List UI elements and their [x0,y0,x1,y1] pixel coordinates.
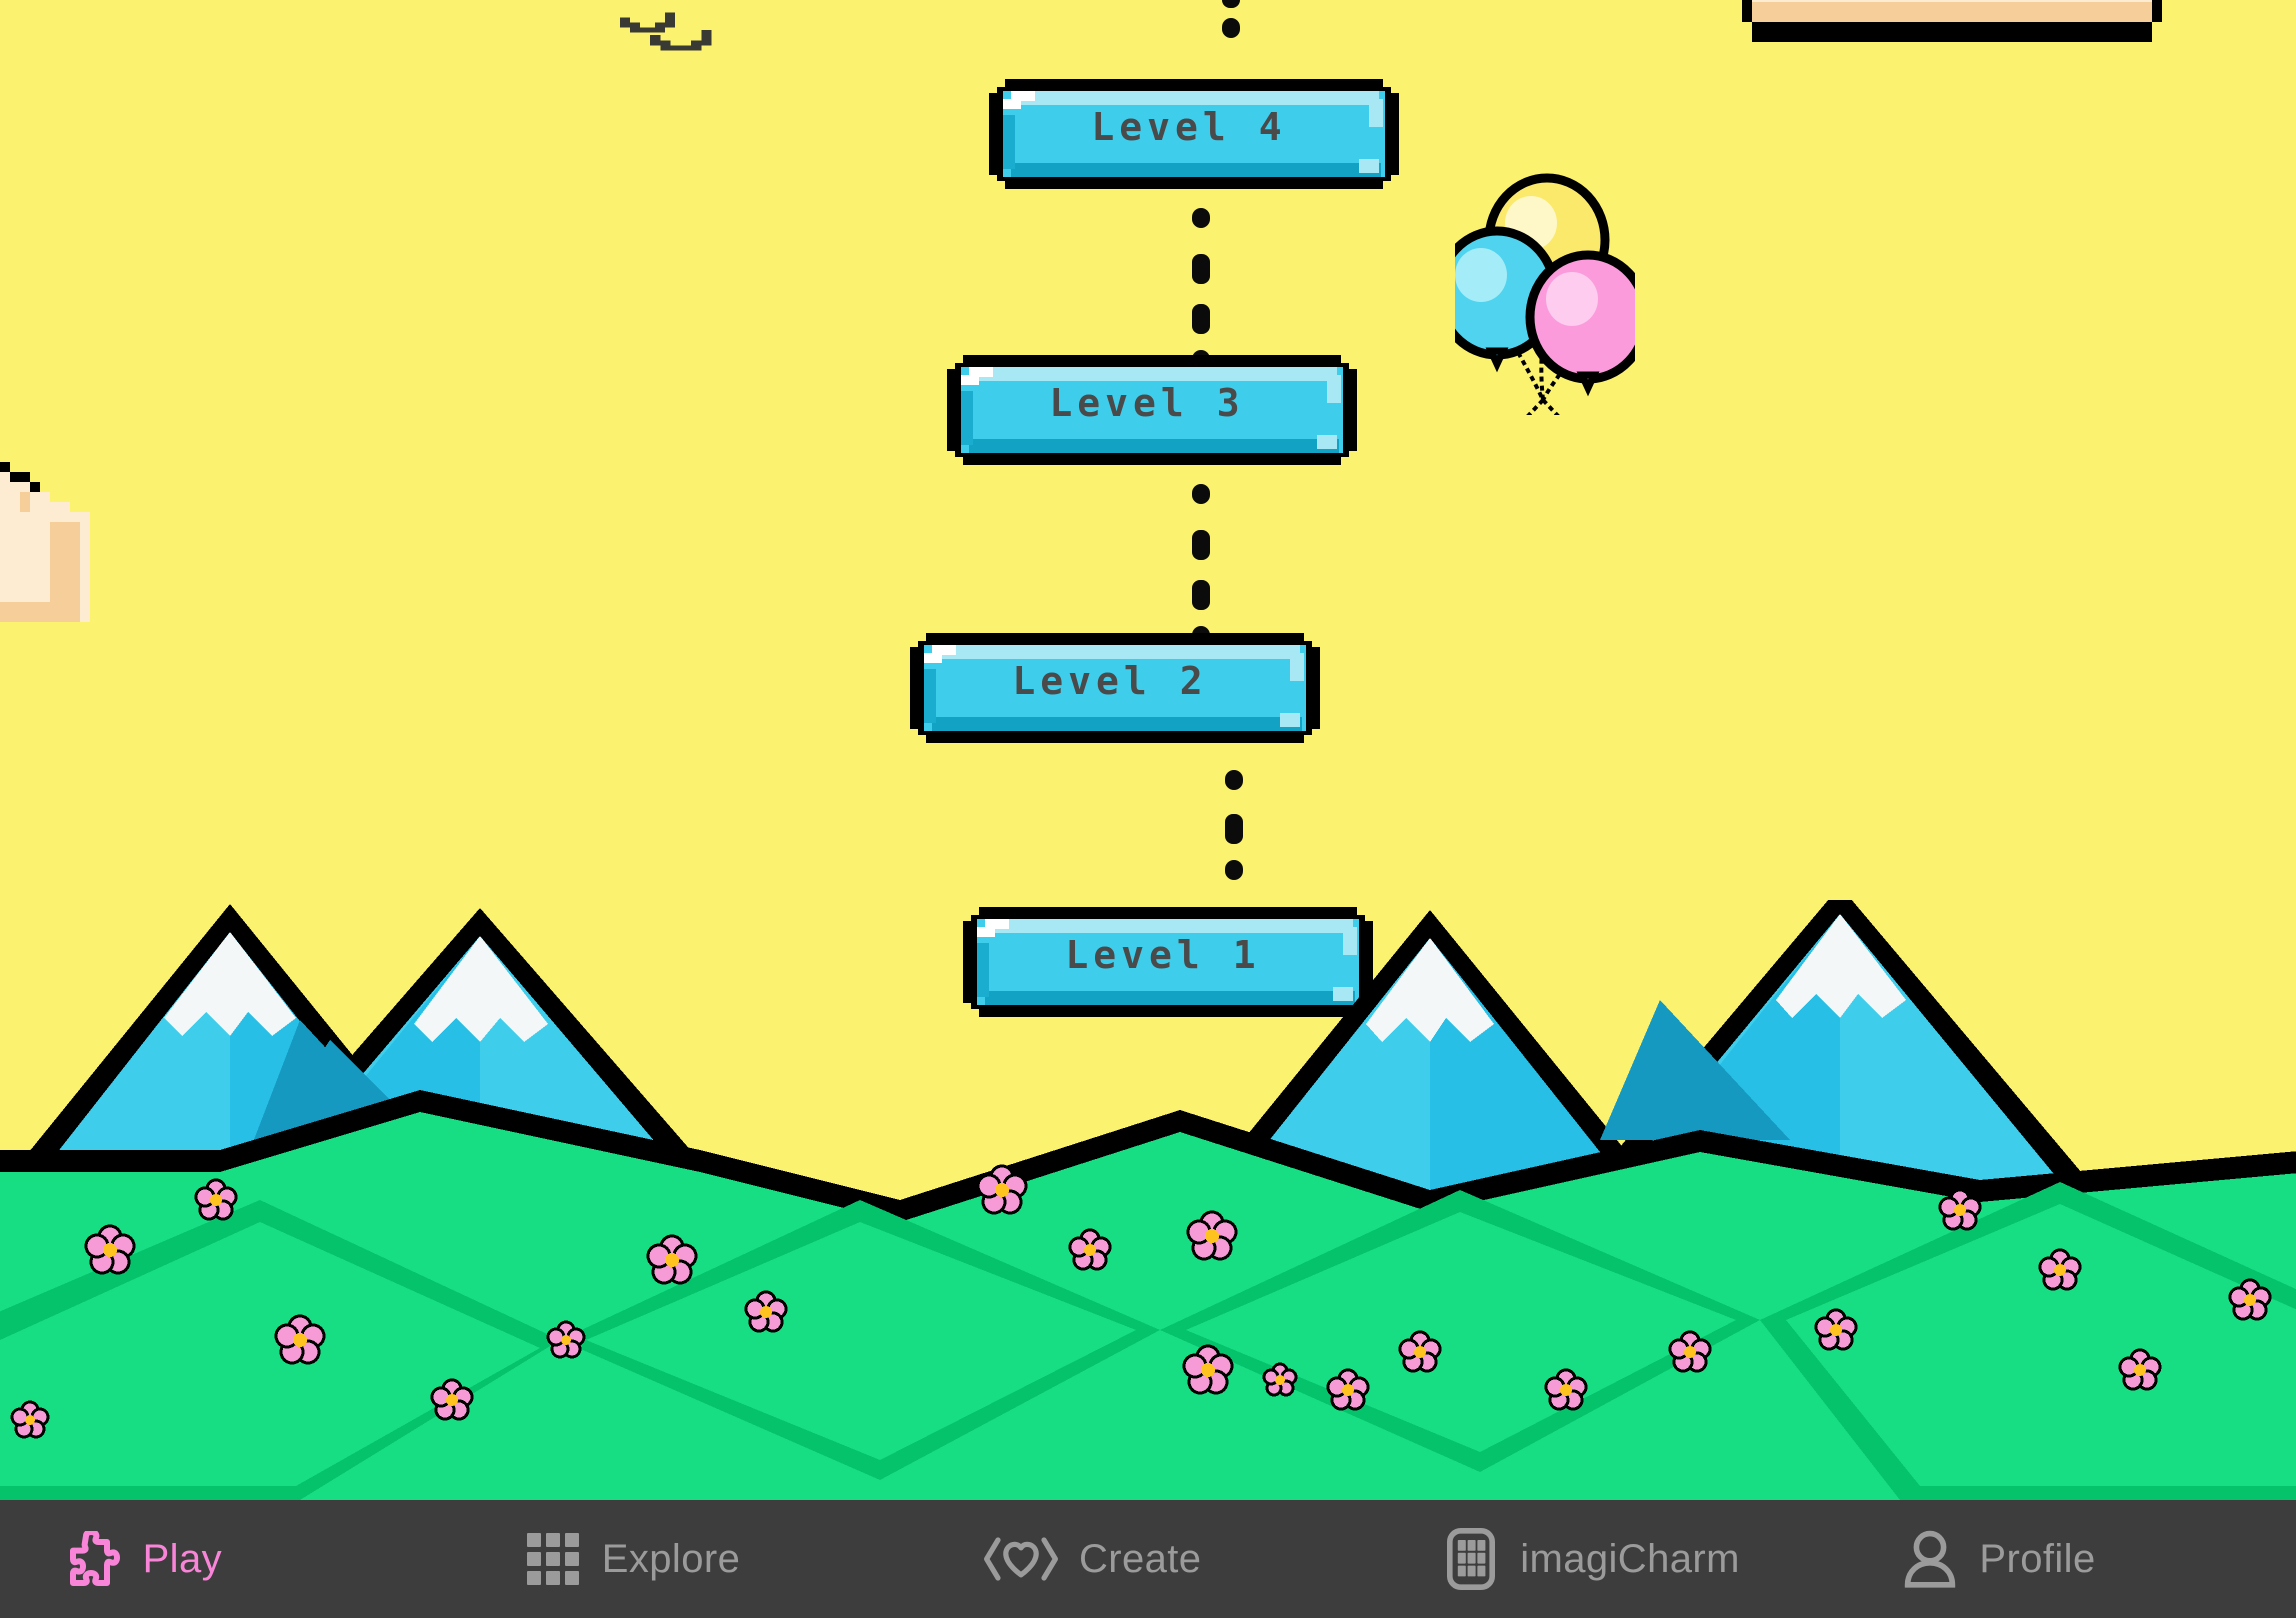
trail-dot [1222,0,1240,8]
bottom-navigation-bar: Play Explore Create imagiCharm Profile [0,1500,2296,1618]
trail-level-2-to-1 [1225,770,1245,890]
nav-label-play: Play [142,1536,223,1581]
trail-dot [1222,18,1240,38]
trail-dot [1192,208,1210,228]
puzzle-piece-icon [65,1530,123,1588]
level-node-2: Level 2 [905,628,1320,743]
trail-level-4-to-3 [1192,208,1212,370]
level-button-label: Level 4 [1091,105,1287,149]
nav-label-explore: Explore [601,1536,741,1581]
trail-dot [1225,814,1243,844]
trail-dot [1225,770,1243,790]
trail-above-level-4 [1222,0,1242,48]
level-button-3[interactable]: Level 3 [947,355,1357,465]
level-button-label: Level 3 [1049,381,1245,425]
grid-3x3-icon [524,1530,582,1588]
trail-dot [1192,254,1210,284]
level-button-label: Level 2 [1012,659,1208,703]
code-heart-icon [983,1530,1059,1588]
nav-item-play[interactable]: Play [0,1500,459,1618]
trail-dot [1192,484,1210,504]
nav-item-create[interactable]: Create [918,1500,1377,1618]
person-icon [1901,1530,1959,1588]
app-root: Level 4 Level 3 Level 2 Level 1 Play Exp… [0,0,2296,1618]
nav-item-profile[interactable]: Profile [1837,1500,2296,1618]
level-node-4: Level 4 [984,74,1399,189]
level-button-2[interactable]: Level 2 [910,633,1320,743]
level-button-4[interactable]: Level 4 [989,79,1399,189]
nav-item-imagicharm[interactable]: imagiCharm [1378,1500,1837,1618]
nav-label-imagicharm: imagiCharm [1520,1536,1740,1581]
level-button-label: Level 1 [1065,933,1261,977]
trail-level-3-to-2 [1192,484,1212,646]
charm-device-icon [1442,1528,1500,1590]
terrain-landscape [0,900,2296,1500]
nav-label-profile: Profile [1979,1536,2096,1581]
nav-label-create: Create [1079,1536,1202,1581]
level-node-3: Level 3 [942,350,1357,465]
trail-dot [1225,860,1243,880]
trail-dot [1192,530,1210,560]
trail-dot [1192,304,1210,334]
nav-item-explore[interactable]: Explore [459,1500,918,1618]
trail-dot [1192,580,1210,610]
